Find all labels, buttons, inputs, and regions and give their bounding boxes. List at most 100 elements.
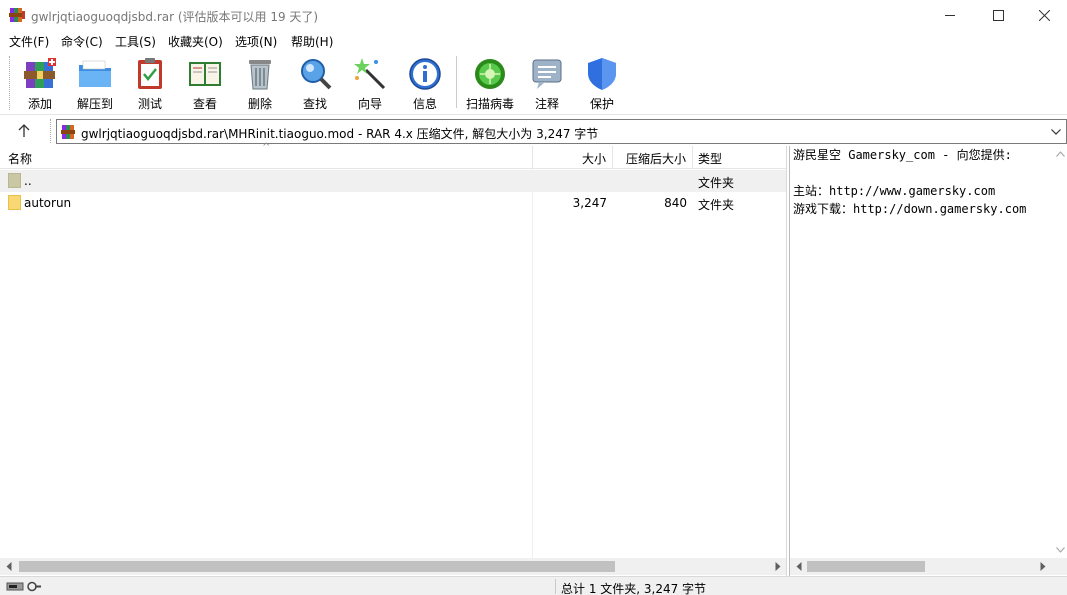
test-label: 测试 [137,97,162,111]
menu-file[interactable]: 文件(F) [9,33,49,50]
toolbar-grip[interactable] [9,56,12,110]
drive-key-icon [6,581,41,592]
up-folder-button[interactable] [14,121,34,141]
toolbar: 添加 解压到 测试 查看 删除 查找 向导 信息 扫描病毒 注释 保护 [0,50,1067,115]
parent-folder-icon [8,173,21,188]
info-button[interactable]: 信息 [398,54,452,112]
comment-button[interactable]: 注释 [520,54,574,112]
comment-panel[interactable]: 游民星空 Gamersky_com - 向您提供: 主站：http://www.… [789,146,1067,576]
menu-tools[interactable]: 工具(S) [115,33,156,50]
delete-label: 删除 [247,97,272,111]
address-dropdown-button[interactable] [1048,123,1064,141]
table-row[interactable]: autorun 3,247 840 文件夹 [0,192,786,214]
view-book-icon [189,62,221,86]
scroll-right-button[interactable] [1034,558,1051,575]
add-button[interactable]: 添加 [13,54,67,112]
scroll-thumb[interactable] [19,561,615,572]
list-header: 名称 ^ 大小 压缩后大小 类型 [0,142,786,169]
column-size-label: 大小 [581,152,606,166]
title-bar: gwlrjqtiaoguoqdjsbd.rar (评估版本可以用 19 天了) [0,0,1067,30]
file-packed-size: 840 [664,196,687,210]
extract-folder-icon [79,60,111,87]
winrar-app-icon [9,8,25,22]
scroll-right-button[interactable] [769,558,786,575]
sort-ascending-icon: ^ [262,142,271,153]
chevron-left-icon [796,562,801,571]
minimize-button[interactable] [927,0,973,30]
info-icon [409,58,441,90]
test-button[interactable]: 测试 [123,54,177,112]
extract-to-label: 解压到 [76,97,113,111]
column-type-header[interactable]: 类型 [693,146,786,169]
shield-icon [588,58,616,90]
file-list-hscrollbar[interactable] [0,558,786,575]
menu-options[interactable]: 选项(N) [235,33,277,50]
column-name-header[interactable]: 名称 ^ [0,142,533,169]
chevron-left-icon [6,562,11,571]
column-packed-label: 压缩后大小 [625,152,686,166]
column-type-label: 类型 [698,152,723,166]
menu-favorites[interactable]: 收藏夹(O) [168,33,223,50]
column-size-header[interactable]: 大小 [533,146,613,169]
add-archive-icon [24,58,56,88]
window-title: gwlrjqtiaoguoqdjsbd.rar (评估版本可以用 19 天了) [31,10,319,24]
comment-label: 注释 [534,97,559,111]
scroll-left-button[interactable] [790,558,807,575]
virus-scan-label: 扫描病毒 [465,97,514,111]
file-type: 文件夹 [698,176,735,190]
address-bar[interactable]: gwlrjqtiaoguoqdjsbd.rar\MHRinit.tiaoguo.… [56,119,1067,144]
wizard-label: 向导 [357,97,382,111]
menu-commands[interactable]: 命令(C) [61,33,103,50]
find-label: 查找 [302,97,327,111]
delete-button[interactable]: 删除 [233,54,287,112]
file-name: .. [24,174,32,188]
wizard-wand-icon [354,58,386,90]
column-divider [532,169,533,559]
chevron-down-icon [1051,129,1061,135]
maximize-button[interactable] [975,0,1021,30]
maximize-icon [992,9,1004,21]
virus-scan-button[interactable]: 扫描病毒 [463,54,517,112]
magnifier-icon [301,59,332,90]
wizard-button[interactable]: 向导 [343,54,397,112]
column-packed-header[interactable]: 压缩后大小 [613,146,693,169]
close-button[interactable] [1021,0,1067,30]
file-list[interactable]: 名称 ^ 大小 压缩后大小 类型 .. 文件夹 autorun 3,247 84… [0,142,787,576]
chevron-up-icon [1055,151,1065,157]
comment-hscrollbar[interactable] [790,558,1067,575]
file-type: 文件夹 [698,198,735,212]
add-label: 添加 [27,97,52,111]
chevron-right-icon [1040,562,1045,571]
arrow-up-icon [18,124,30,137]
minimize-icon [944,14,955,16]
address-separator [50,119,51,143]
address-row: gwlrjqtiaoguoqdjsbd.rar\MHRinit.tiaoguo.… [0,117,1067,145]
test-clipboard-icon [138,58,162,89]
close-icon [1038,9,1050,21]
scroll-down-button[interactable] [1052,542,1067,558]
file-name: autorun [24,196,72,210]
extract-to-button[interactable]: 解压到 [68,54,122,112]
view-label: 查看 [192,97,217,111]
menu-help[interactable]: 帮助(H) [291,33,333,50]
view-button[interactable]: 查看 [178,54,232,112]
scroll-thumb[interactable] [807,561,925,572]
virus-scan-icon [475,59,505,89]
table-row[interactable]: .. 文件夹 [0,170,786,192]
protect-label: 保护 [589,97,614,111]
file-size: 3,247 [572,196,607,210]
menu-bar: 文件(F) 命令(C) 工具(S) 收藏夹(O) 选项(N) 帮助(H) [0,30,1067,50]
column-name-label: 名称 [8,152,33,166]
status-divider [555,579,556,594]
protect-button[interactable]: 保护 [575,54,629,112]
status-summary: 总计 1 文件夹, 3,247 字节 [561,582,707,595]
status-bar: 总计 1 文件夹, 3,247 字节 [0,576,1067,595]
scroll-left-button[interactable] [0,558,17,575]
find-button[interactable]: 查找 [288,54,342,112]
trash-icon [249,60,271,90]
address-path: gwlrjqtiaoguoqdjsbd.rar\MHRinit.tiaoguo.… [81,127,599,141]
comment-icon [532,59,562,89]
scroll-up-button[interactable] [1052,146,1067,162]
chevron-right-icon [775,562,780,571]
comment-vscrollbar[interactable] [1052,146,1067,558]
